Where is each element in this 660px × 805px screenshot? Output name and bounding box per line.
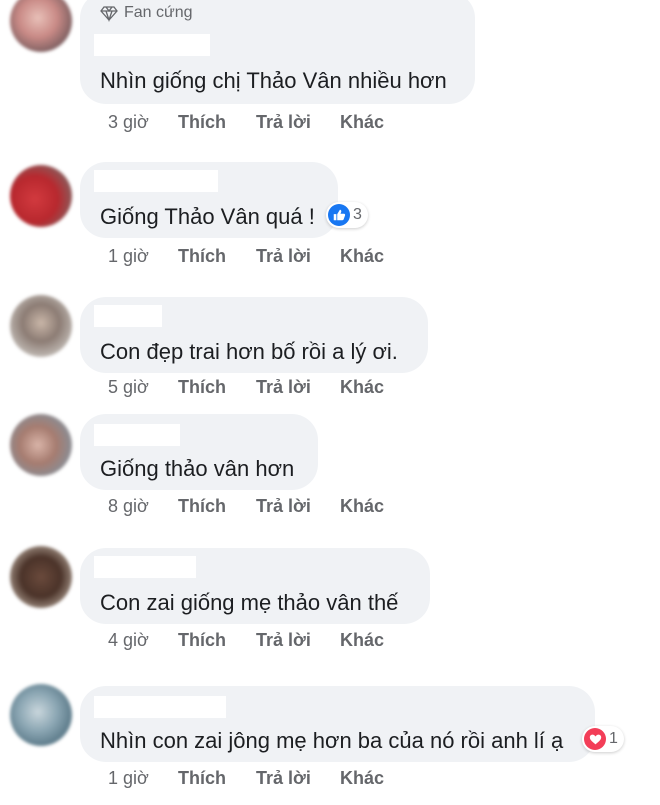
avatar[interactable] [10, 414, 72, 476]
reply-button[interactable]: Trả lời [256, 377, 340, 398]
comment-bubble: Giống Thảo Vân quá ! [80, 162, 338, 238]
comment-time[interactable]: 8 giờ [108, 496, 178, 517]
like-button[interactable]: Thích [178, 112, 256, 133]
comment-text: Con đẹp trai hơn bố rồi a lý ơi. [100, 339, 398, 364]
comment-time[interactable]: 4 giờ [108, 630, 178, 651]
author-name[interactable] [94, 424, 180, 446]
more-button[interactable]: Khác [340, 112, 384, 133]
more-button[interactable]: Khác [340, 630, 384, 651]
reply-button[interactable]: Trả lời [256, 246, 340, 267]
comment-actions: 1 giờ Thích Trả lời Khác [108, 768, 384, 789]
like-icon [328, 204, 350, 226]
comment-actions: 3 giờ Thích Trả lời Khác [108, 112, 384, 133]
comment-bubble: Con đẹp trai hơn bố rồi a lý ơi. [80, 297, 428, 373]
comment-bubble: Con zai giống mẹ thảo vân thế [80, 548, 430, 624]
badge-label: Fan cứng [124, 4, 193, 21]
like-button[interactable]: Thích [178, 496, 256, 517]
comment-actions: 5 giờ Thích Trả lời Khác [108, 377, 384, 398]
reaction-count-value: 3 [353, 206, 362, 223]
more-button[interactable]: Khác [340, 768, 384, 789]
more-button[interactable]: Khác [340, 496, 384, 517]
reply-button[interactable]: Trả lời [256, 496, 340, 517]
more-button[interactable]: Khác [340, 377, 384, 398]
author-name[interactable] [94, 170, 218, 192]
reply-button[interactable]: Trả lời [256, 768, 340, 789]
comment-actions: 8 giờ Thích Trả lời Khác [108, 496, 384, 517]
author-name[interactable] [94, 34, 210, 56]
comment-actions: 1 giờ Thích Trả lời Khác [108, 246, 384, 267]
like-button[interactable]: Thích [178, 768, 256, 789]
comment-bubble: Giống thảo vân hơn [80, 414, 318, 490]
comment-text: Giống Thảo Vân quá ! [100, 204, 315, 229]
avatar[interactable] [10, 295, 72, 357]
author-name[interactable] [94, 556, 196, 578]
reaction-count[interactable]: 3 [326, 202, 368, 228]
comment-time[interactable]: 1 giờ [108, 246, 178, 267]
like-button[interactable]: Thích [178, 377, 256, 398]
comment-text: Con zai giống mẹ thảo vân thế [100, 590, 399, 615]
avatar[interactable] [10, 165, 72, 227]
avatar[interactable] [10, 0, 72, 52]
comment-time[interactable]: 1 giờ [108, 768, 178, 789]
more-button[interactable]: Khác [340, 246, 384, 267]
comment-bubble: Fan cứng Nhìn giống chị Thảo Vân nhiều h… [80, 0, 475, 104]
comment-text: Nhìn con zai jông mẹ hơn ba của nó rồi a… [100, 728, 564, 753]
reaction-count[interactable]: 1 [582, 726, 624, 752]
reaction-count-value: 1 [609, 730, 618, 747]
top-fan-badge: Fan cứng [100, 2, 193, 24]
comment-text: Giống thảo vân hơn [100, 456, 295, 481]
comment-text: Nhìn giống chị Thảo Vân nhiều hơn [100, 68, 447, 93]
diamond-icon [100, 6, 118, 22]
avatar[interactable] [10, 684, 72, 746]
comment-time[interactable]: 3 giờ [108, 112, 178, 133]
author-name[interactable] [94, 696, 226, 718]
author-name[interactable] [94, 305, 162, 327]
avatar[interactable] [10, 546, 72, 608]
heart-icon [584, 728, 606, 750]
comment-bubble: Nhìn con zai jông mẹ hơn ba của nó rồi a… [80, 686, 595, 762]
comment-actions: 4 giờ Thích Trả lời Khác [108, 630, 384, 651]
like-button[interactable]: Thích [178, 246, 256, 267]
comment-time[interactable]: 5 giờ [108, 377, 178, 398]
like-button[interactable]: Thích [178, 630, 256, 651]
reply-button[interactable]: Trả lời [256, 112, 340, 133]
reply-button[interactable]: Trả lời [256, 630, 340, 651]
